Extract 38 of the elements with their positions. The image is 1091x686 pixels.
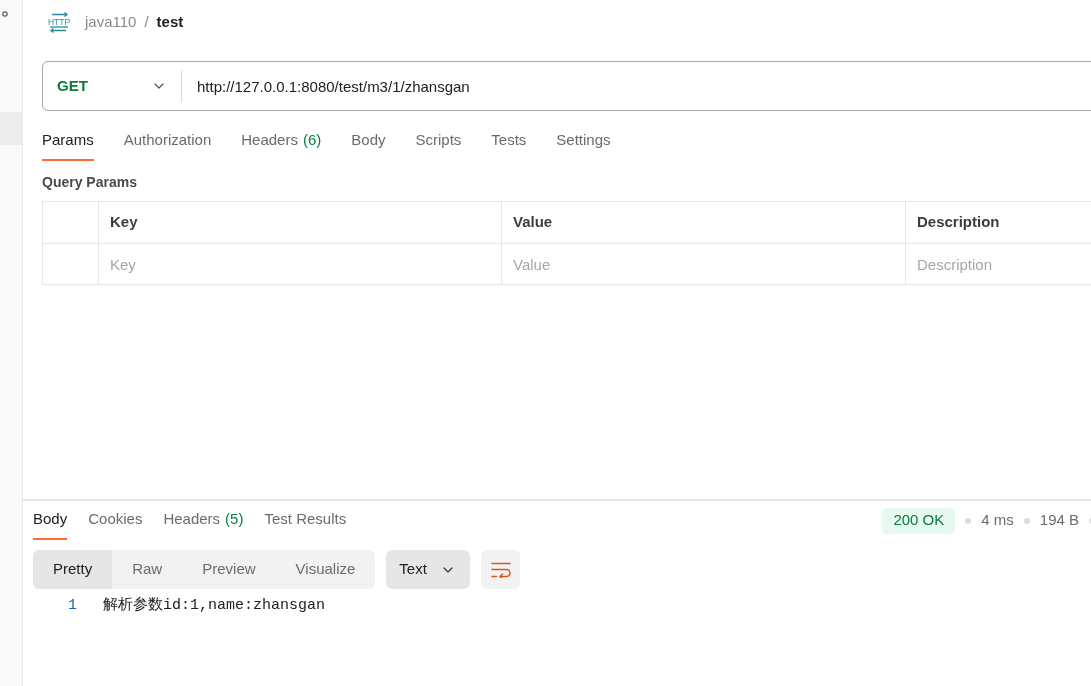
column-header: Key [99, 202, 502, 243]
status-badge: 200 OK [882, 507, 956, 534]
ring-icon [2, 11, 8, 17]
tab[interactable]: Test Results [264, 501, 347, 540]
column-header: Description [906, 202, 1091, 243]
response-body-text: 解析参数id:1,name:zhansgan [103, 595, 326, 616]
separator-dot-icon [1023, 517, 1030, 524]
view-mode-option[interactable]: Pretty [33, 550, 113, 589]
response-time: 4 ms [981, 510, 1014, 531]
response-size: 194 B [1039, 510, 1079, 531]
tab[interactable]: Body [351, 122, 386, 161]
section-title: Query Params [42, 173, 138, 191]
url-bar[interactable]: GET http://127.0.0.1:8080/test/m3/1/zhansgan [42, 61, 1091, 111]
tab[interactable]: Headers (5) [163, 501, 244, 540]
collection-name[interactable]: java110 [85, 10, 137, 34]
tab[interactable]: Cookies [88, 501, 143, 540]
method-dropdown[interactable]: GET [43, 62, 181, 110]
tab[interactable]: Body [33, 501, 68, 540]
tab[interactable]: Settings [556, 122, 611, 161]
line-number: 1 [67, 595, 77, 616]
tab[interactable]: Params [42, 122, 94, 161]
view-mode-option[interactable]: Raw [112, 550, 183, 589]
wrap-lines-button[interactable] [481, 550, 521, 589]
separator-dot-icon [965, 517, 972, 524]
tab[interactable]: Headers (6) [241, 122, 322, 161]
param-input[interactable]: Description [906, 243, 1091, 284]
breadcrumb-separator: / [144, 11, 149, 32]
format-dropdown[interactable]: Text [386, 550, 471, 589]
view-mode-option[interactable]: Preview [182, 550, 276, 589]
tab[interactable]: Authorization [123, 122, 212, 161]
tab[interactable]: Tests [491, 122, 527, 161]
tab[interactable]: Scripts [415, 122, 462, 161]
param-input[interactable]: Key [99, 243, 502, 284]
param-input[interactable]: Value [502, 243, 906, 284]
view-mode-option[interactable]: Visualize [275, 550, 376, 589]
request-name: test [156, 11, 184, 32]
url-input[interactable]: http://127.0.0.1:8080/test/m3/1/zhansgan [182, 62, 1091, 110]
column-header: Value [502, 202, 906, 243]
